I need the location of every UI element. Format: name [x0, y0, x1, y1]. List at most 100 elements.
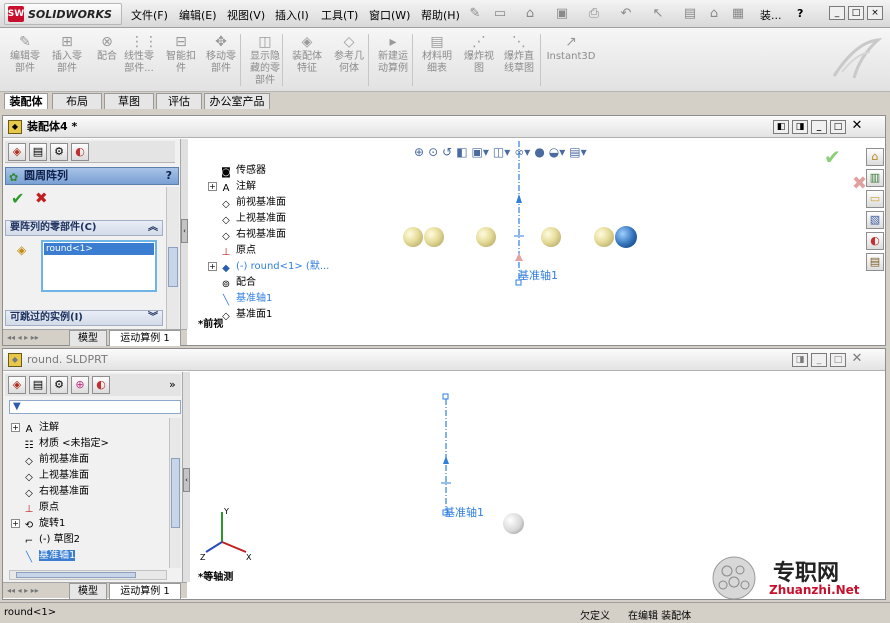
pin-icon[interactable]: ✎: [467, 6, 483, 22]
ok-check-icon[interactable]: ✔: [11, 189, 24, 208]
view-palette-icon[interactable]: ▧: [866, 211, 884, 229]
part-tab-nav-arrows-icon[interactable]: ◂◂ ◂ ▸ ▸▸: [7, 586, 39, 595]
part-dimxpert-tab-icon[interactable]: ⊕: [71, 376, 89, 394]
assembly-tab-model[interactable]: 模型: [69, 330, 107, 346]
view-orientation-icon[interactable]: ▣▾: [472, 145, 489, 161]
section-view-icon[interactable]: ◧: [456, 145, 467, 161]
ball-instance[interactable]: [541, 227, 561, 247]
restore-button[interactable]: □: [848, 6, 864, 20]
components-section-header[interactable]: 要阵列的零部件(C) ︽: [5, 220, 163, 236]
cmd-motion-study-button[interactable]: ▸ 新建运 动算例: [374, 34, 412, 75]
skip-instances-section-header[interactable]: 可跳过的实例(I) ︾: [5, 310, 163, 326]
part-feature-tab-icon[interactable]: ◈: [8, 376, 26, 394]
cmd-explode-line-button[interactable]: ⋱ 爆炸直 线草图: [500, 34, 538, 75]
appearance-icon[interactable]: ●: [534, 145, 544, 161]
view-settings-icon[interactable]: ▤▾: [569, 145, 586, 161]
components-listbox[interactable]: round<1>: [41, 240, 157, 292]
tab-assembly[interactable]: 装配体: [4, 93, 48, 109]
ball-instance[interactable]: [424, 227, 444, 247]
filter-box[interactable]: ▼: [9, 400, 181, 414]
tree-item[interactable]: +╲基准轴1: [11, 546, 76, 564]
cmd-reference-geometry-button[interactable]: ◇ 参考几 何体: [330, 34, 368, 75]
tree-expand-icon[interactable]: +: [208, 182, 217, 191]
part-tab-motion-study[interactable]: 运动算例 1: [109, 583, 181, 599]
part-panel-splitter[interactable]: ‹: [183, 372, 190, 582]
options-icon[interactable]: ▦: [730, 6, 746, 22]
tab-sketch[interactable]: 草图: [104, 93, 154, 109]
sw-resources-icon[interactable]: ⌂: [866, 148, 884, 166]
custom-properties-icon[interactable]: ▤: [866, 253, 884, 271]
new-icon[interactable]: ▭: [492, 6, 508, 22]
part-tree-scrollbar[interactable]: [169, 418, 181, 568]
cmd-bom-button[interactable]: ▤ 材料明 细表: [418, 34, 456, 75]
minimize-button[interactable]: _: [829, 6, 845, 20]
part-close-button[interactable]: ✕: [849, 352, 865, 367]
file-props-icon[interactable]: ⌂: [706, 6, 722, 22]
open-icon[interactable]: ⌂: [522, 6, 538, 22]
undo-icon[interactable]: ↶: [618, 6, 634, 22]
cmd-instant3d-button[interactable]: ↗ Instant3D: [546, 34, 596, 63]
feature-manager-tab-icon[interactable]: ◈: [8, 143, 26, 161]
part-display-tab-icon[interactable]: ◐: [92, 376, 110, 394]
confirm-corner-check-icon[interactable]: ✔: [824, 145, 841, 169]
part-config-tab-icon[interactable]: ⚙: [50, 376, 68, 394]
part-minimize-button[interactable]: _: [811, 353, 827, 367]
appearances-icon[interactable]: ◐: [866, 232, 884, 250]
feature-help-button[interactable]: ?: [166, 168, 172, 184]
zoom-area-icon[interactable]: ⊙: [428, 145, 438, 161]
scrollbar-thumb[interactable]: [168, 247, 178, 287]
ball-instance[interactable]: [594, 227, 614, 247]
cmd-move-component-button[interactable]: ✥ 移动零 部件: [202, 34, 240, 75]
assembly-graphics-area[interactable]: ⊕ ⊙ ↺ ◧ ▣▾ ◫▾ ∞▾ ● ◒▾ ▤▾ ✔ ✖ +◙传感器+A注解+◇…: [188, 139, 885, 330]
scene-icon[interactable]: ◒▾: [549, 145, 566, 161]
tab-nav-arrows-icon[interactable]: ◂◂ ◂ ▸ ▸▸: [7, 333, 39, 342]
part-tile-button[interactable]: ◨: [792, 353, 808, 367]
menu-file[interactable]: 文件(F): [131, 7, 168, 23]
cmd-smart-fastener-button[interactable]: ⊟ 智能扣 件: [162, 34, 200, 75]
expand-panel-chevron-icon[interactable]: »: [169, 378, 176, 391]
cmd-linear-pattern-button[interactable]: ⋮⋮ 线性零 部件...: [120, 34, 158, 75]
assembly-minimize-button[interactable]: _: [811, 120, 827, 134]
cmd-assembly-feature-button[interactable]: ◈ 装配体 特征: [288, 34, 326, 75]
selected-component-item[interactable]: round<1>: [44, 243, 154, 255]
menu-insert[interactable]: 插入(I): [275, 7, 309, 23]
search-box[interactable]: 装...: [760, 7, 782, 23]
part-tab-model[interactable]: 模型: [69, 583, 107, 599]
question-icon[interactable]: ?: [797, 7, 803, 20]
collapse-chevron-icon[interactable]: ︽: [148, 221, 158, 235]
save-icon[interactable]: ▣: [554, 6, 570, 22]
ball-seed-selected[interactable]: [615, 226, 637, 248]
assembly-tile-right-button[interactable]: ◨: [792, 120, 808, 134]
tab-office[interactable]: 办公室产品: [204, 93, 270, 109]
cancel-x-icon[interactable]: ✖: [35, 189, 48, 207]
previous-view-icon[interactable]: ↺: [442, 145, 452, 161]
design-library-icon[interactable]: ▥: [866, 169, 884, 187]
part-tree-hscrollbar[interactable]: [9, 570, 167, 580]
part-ball[interactable]: [503, 513, 524, 534]
ball-instance[interactable]: [403, 227, 423, 247]
property-manager-tab-icon[interactable]: ▤: [29, 143, 47, 161]
tab-layout[interactable]: 布局: [52, 93, 102, 109]
rebuild-icon[interactable]: ▤: [682, 6, 698, 22]
cmd-show-hidden-button[interactable]: ◫ 显示隐 藏的零 部件: [246, 34, 284, 87]
tree-expand-icon[interactable]: +: [208, 262, 217, 271]
assembly-restore-button[interactable]: □: [830, 120, 846, 134]
menu-window[interactable]: 窗口(W): [369, 7, 410, 23]
select-icon[interactable]: ↖: [650, 6, 666, 22]
assembly-tab-motion-study[interactable]: 运动算例 1: [109, 330, 181, 346]
assembly-tile-left-button[interactable]: ◧: [773, 120, 789, 134]
menu-edit[interactable]: 编辑(E): [179, 7, 217, 23]
print-icon[interactable]: ⎙: [586, 6, 602, 22]
part-datum-axis-graphic[interactable]: [436, 392, 456, 522]
menu-view[interactable]: 视图(V): [227, 7, 265, 23]
assembly-close-button[interactable]: ✕: [849, 119, 865, 134]
configuration-manager-tab-icon[interactable]: ⚙: [50, 143, 68, 161]
part-restore-button[interactable]: □: [830, 353, 846, 367]
menu-tools[interactable]: 工具(T): [321, 7, 358, 23]
solidworks-logo[interactable]: SW SOLIDWORKS: [4, 3, 122, 25]
part-scrollbar-thumb[interactable]: [171, 458, 180, 528]
tab-evaluate[interactable]: 评估: [156, 93, 202, 109]
menu-help[interactable]: 帮助(H): [421, 7, 460, 23]
ball-instance[interactable]: [476, 227, 496, 247]
confirm-corner-cancel-icon[interactable]: ✖: [852, 173, 867, 194]
